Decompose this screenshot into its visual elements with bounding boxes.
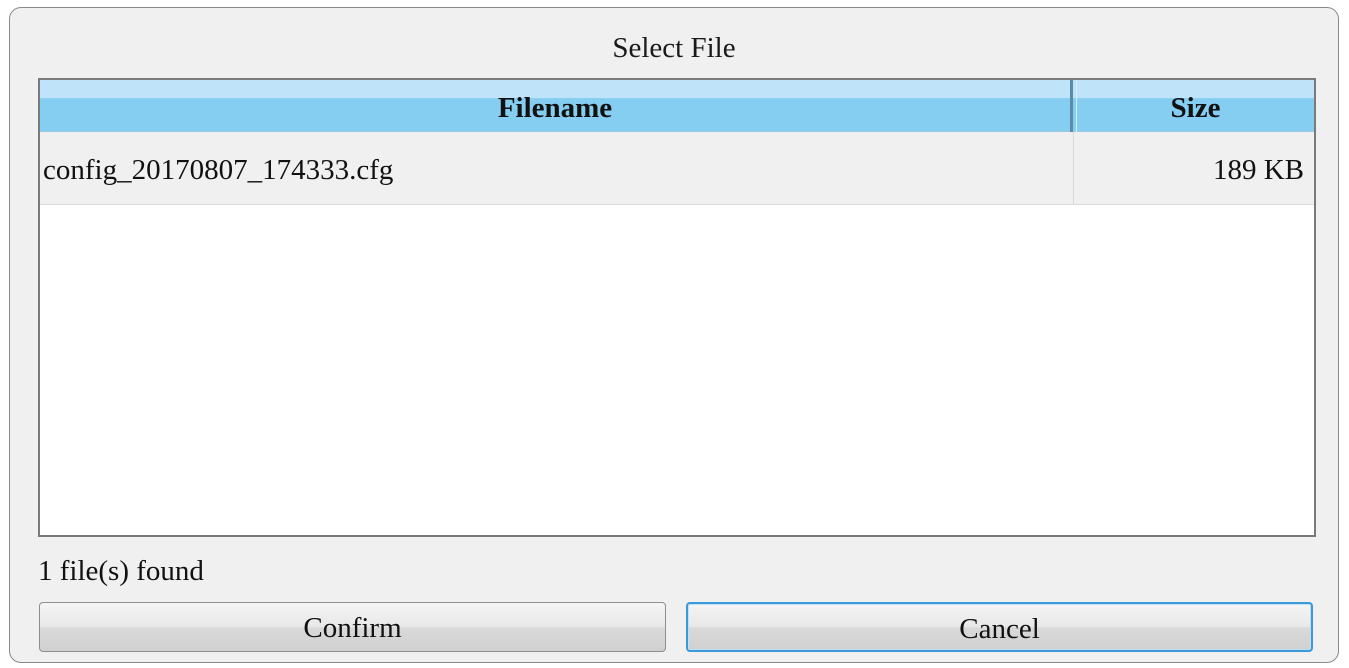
list-header: Filename Size: [40, 80, 1314, 132]
files-found-status: 1 file(s) found: [38, 555, 204, 587]
column-header-filename[interactable]: Filename: [40, 80, 1073, 132]
file-row-size: 189 KB: [1212, 154, 1304, 186]
file-list[interactable]: Filename Size config_20170807_174333.cfg…: [38, 78, 1316, 537]
column-header-size[interactable]: Size: [1076, 80, 1314, 132]
file-row-filename: config_20170807_174333.cfg: [40, 132, 1074, 204]
cancel-button[interactable]: Cancel: [686, 602, 1313, 652]
confirm-button[interactable]: Confirm: [39, 602, 666, 652]
dialog-title: Select File: [612, 32, 736, 64]
file-row[interactable]: config_20170807_174333.cfg 189 KB: [40, 132, 1314, 205]
select-file-dialog: Select File Filename Size config_2017080…: [9, 7, 1339, 663]
